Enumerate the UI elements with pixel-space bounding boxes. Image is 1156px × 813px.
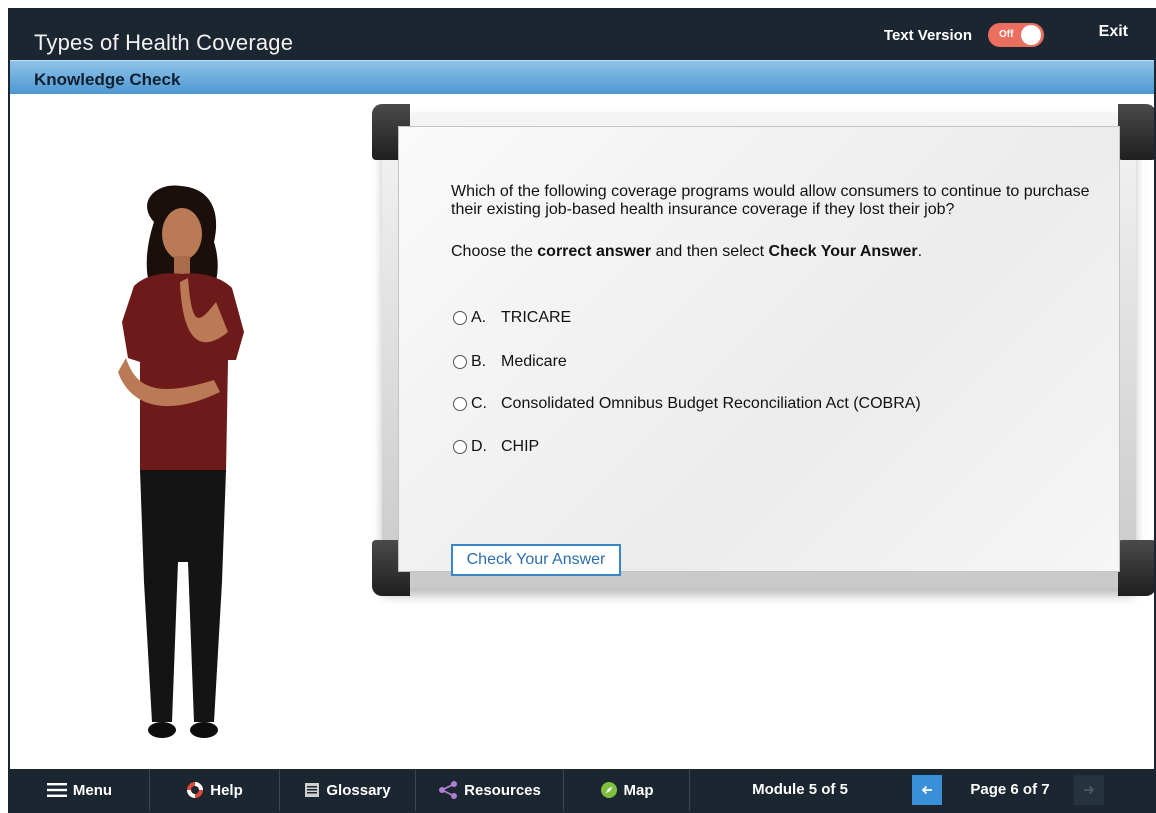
board-corner [1118,540,1154,596]
help-button[interactable]: Help [150,769,280,811]
text-version-control: Text Version Off [884,23,1044,47]
instruction-suffix: . [917,243,923,260]
whiteboard: Which of the following coverage programs… [372,104,1154,596]
text-version-toggle[interactable]: Off [988,23,1044,47]
option-letter: C. [471,395,487,412]
check-answer-button[interactable]: Check Your Answer [451,544,621,576]
share-icon [439,781,458,799]
menu-label: Menu [72,781,113,799]
question-panel: Which of the following coverage programs… [398,126,1120,576]
option-letter: D. [471,438,487,455]
radio-button[interactable] [453,355,467,369]
option-label: CHIP [501,438,540,455]
instruction-emphasis-check: Check Your Answer [768,243,918,260]
next-page-button[interactable] [1074,775,1104,805]
toggle-state-text: Off [999,29,1014,40]
question-text: Which of the following coverage programs… [451,183,1090,218]
option-letter: A. [471,309,487,326]
menu-button[interactable]: Menu [10,769,150,811]
option-label: Consolidated Omnibus Budget Reconciliati… [501,395,921,412]
arrow-right-icon [1084,785,1095,795]
text-version-label: Text Version [883,26,972,44]
option-letter: B. [471,353,487,370]
answer-option-b[interactable]: B. Medicare [453,353,567,371]
lifebuoy-icon [187,782,204,798]
resources-button[interactable]: Resources [416,769,564,811]
answer-option-d[interactable]: D. CHIP [453,438,539,456]
arrow-left-icon [921,785,932,795]
map-button[interactable]: Map [564,769,690,811]
hamburger-icon [46,783,67,797]
resources-label: Resources [464,781,541,799]
option-label: Medicare [501,353,567,370]
instruction-emphasis-answer: correct answer [537,243,652,260]
previous-page-button[interactable] [912,775,942,805]
radio-button[interactable] [453,397,467,411]
course-window: Types of Health Coverage Text Version Of… [8,8,1156,813]
radio-button[interactable] [453,311,467,325]
answer-option-a[interactable]: A. TRICARE [453,309,571,327]
instruction-middle: and then select [651,243,769,260]
radio-button[interactable] [453,440,467,454]
book-icon [305,783,320,797]
module-indicator: Module 5 of 5 [752,781,848,798]
page-indicator: Page 6 of 7 [970,781,1050,798]
map-label: Map [623,781,654,799]
toggle-knob [1021,25,1041,45]
compass-icon [600,782,617,798]
help-label: Help [210,781,243,799]
glossary-label: Glossary [326,781,391,799]
answer-option-c[interactable]: C. Consolidated Omnibus Budget Reconcili… [453,395,921,413]
section-bar: Knowledge Check [10,60,1154,94]
instruction-prefix: Choose the [451,243,538,260]
presenter-image [118,185,244,738]
instruction-text: Choose the correct answer and then selec… [451,243,922,261]
exit-button[interactable]: Exit [1099,23,1128,41]
bottom-nav: Menu Help Glossary Resources Map Module … [10,769,1154,811]
board-corner [1118,104,1154,160]
course-title: Types of Health Coverage [34,30,294,55]
section-title: Knowledge Check [34,70,181,89]
option-label: TRICARE [501,309,572,326]
header-bar: Types of Health Coverage Text Version Of… [10,10,1154,60]
glossary-button[interactable]: Glossary [280,769,416,811]
